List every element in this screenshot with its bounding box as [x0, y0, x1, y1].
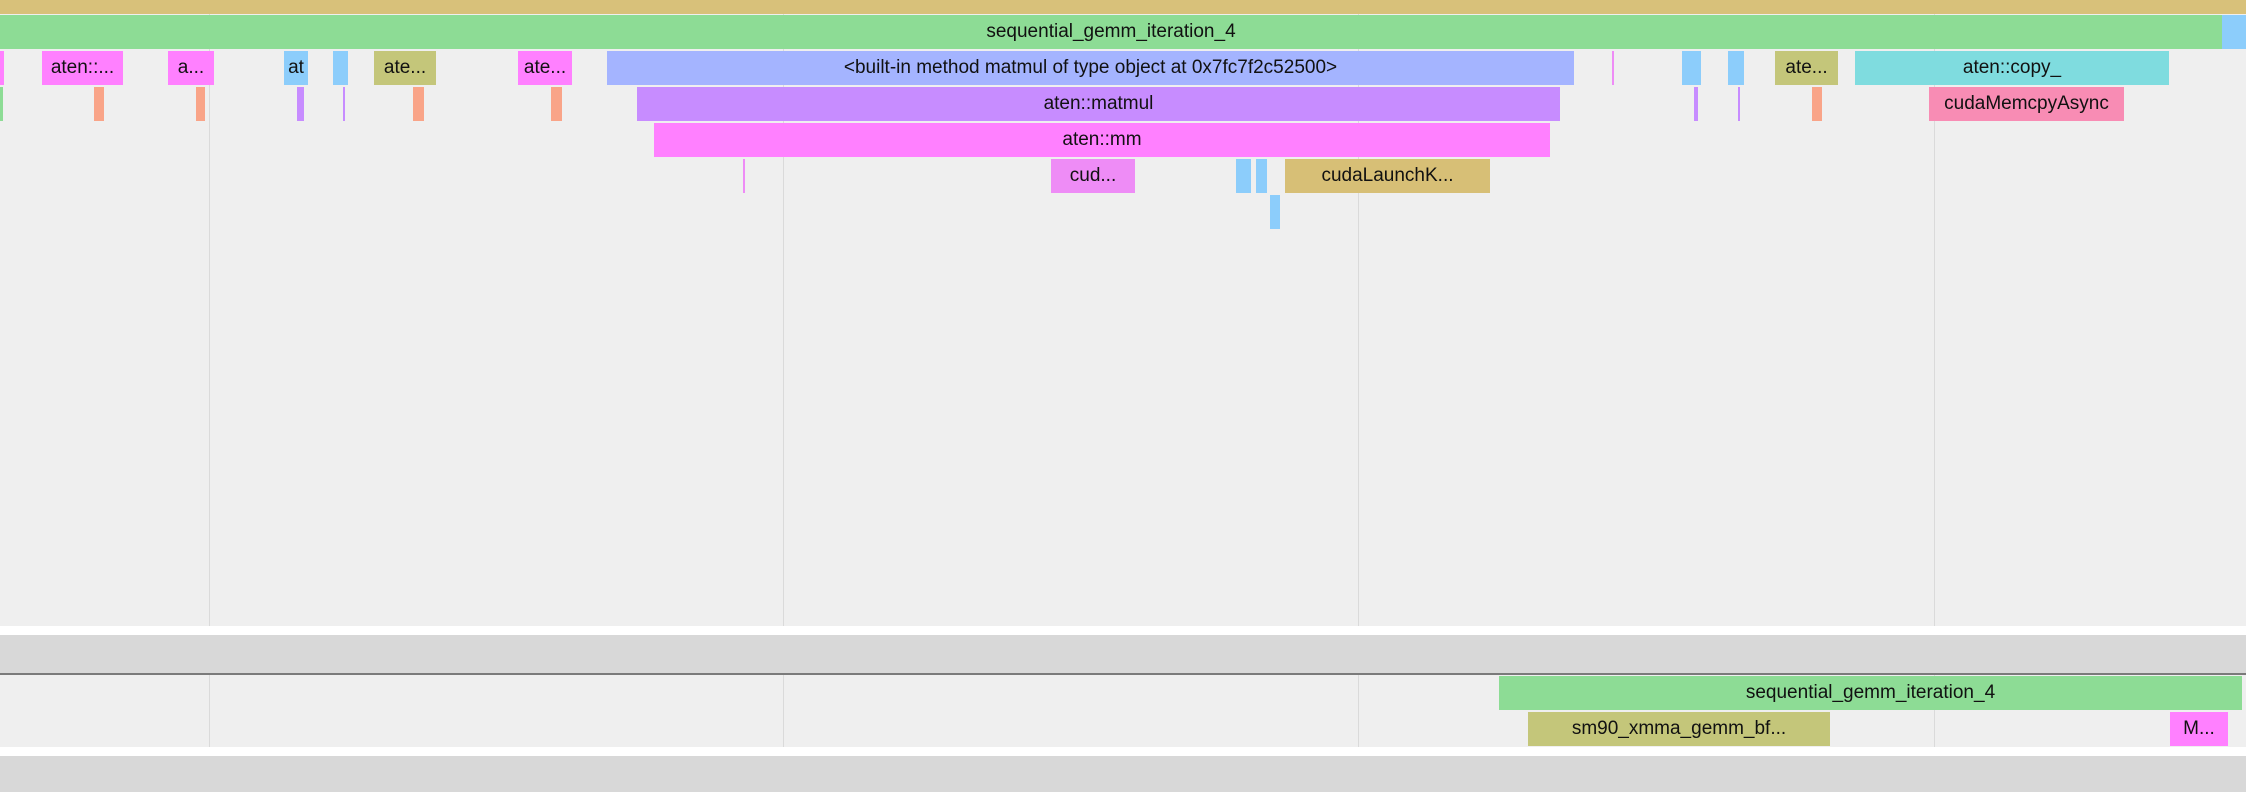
track-bottom-edge — [0, 626, 2246, 635]
ate-bar-3[interactable]: ate... — [1775, 51, 1838, 85]
small-sky-bar-4[interactable] — [1236, 159, 1251, 193]
gridline-1 — [209, 0, 210, 634]
small-sky-bar-2[interactable] — [1682, 51, 1701, 85]
cuda-launch-kernel-bar[interactable]: cudaLaunchK... — [1285, 159, 1490, 193]
gridline-6 — [783, 674, 784, 756]
salmon-tick-5[interactable] — [1812, 87, 1822, 121]
cuda-memcpy-async-bar[interactable]: cudaMemcpyAsync — [1929, 87, 2124, 121]
builtin-matmul-bar[interactable]: <built-in method matmul of type object a… — [607, 51, 1574, 85]
gridline-7 — [1358, 674, 1359, 756]
thin-magenta-tick-2[interactable] — [743, 159, 745, 193]
gpu-track-bottom-edge — [0, 747, 2246, 756]
violet-tick-2[interactable] — [343, 87, 345, 121]
track-separator[interactable] — [0, 635, 2246, 673]
ate-bar-1[interactable]: ate... — [374, 51, 436, 85]
aten-bar-2[interactable]: a... — [168, 51, 214, 85]
salmon-tick-2[interactable] — [196, 87, 205, 121]
violet-tick-1[interactable] — [297, 87, 304, 121]
aten-copy-bar[interactable]: aten::copy_ — [1855, 51, 2169, 85]
salmon-tick-1[interactable] — [94, 87, 104, 121]
small-sky-bar-3[interactable] — [1728, 51, 1744, 85]
bottom-separator — [0, 756, 2246, 792]
salmon-tick-3[interactable] — [413, 87, 424, 121]
right-edge-sky-bar[interactable] — [2222, 15, 2246, 49]
green-tick-left[interactable] — [0, 87, 3, 121]
left-edge-pink-bar[interactable] — [0, 51, 4, 85]
aten-mm-bar[interactable]: aten::mm — [654, 123, 1550, 157]
sm90-xmma-gemm-bar[interactable]: sm90_xmma_gemm_bf... — [1528, 712, 1830, 746]
violet-tick-3[interactable] — [1694, 87, 1698, 121]
sequential-gemm-iteration-4-bar[interactable]: sequential_gemm_iteration_4 — [0, 15, 2222, 49]
small-sky-bar-1[interactable] — [333, 51, 348, 85]
gridline-5 — [209, 674, 210, 756]
track-divider-line — [0, 673, 2246, 675]
top-bar[interactable] — [0, 0, 2246, 14]
ate-bar-2[interactable]: ate... — [518, 51, 572, 85]
gpu-sequential-gemm-iteration-4-bar[interactable]: sequential_gemm_iteration_4 — [1499, 676, 2242, 710]
cud-bar[interactable]: cud... — [1051, 159, 1135, 193]
m-kernel-bar[interactable]: M... — [2170, 712, 2228, 746]
small-sky-bar-6[interactable] — [1270, 195, 1280, 229]
thin-magenta-tick-1[interactable] — [1612, 51, 1614, 85]
violet-tick-4[interactable] — [1738, 87, 1740, 121]
at-bar[interactable]: at — [284, 51, 308, 85]
salmon-tick-4[interactable] — [551, 87, 562, 121]
trace-timeline[interactable]: sequential_gemm_iteration_4 aten::... a...… — [0, 0, 2246, 792]
aten-matmul-bar[interactable]: aten::matmul — [637, 87, 1560, 121]
aten-bar-1[interactable]: aten::... — [42, 51, 123, 85]
small-sky-bar-5[interactable] — [1256, 159, 1267, 193]
